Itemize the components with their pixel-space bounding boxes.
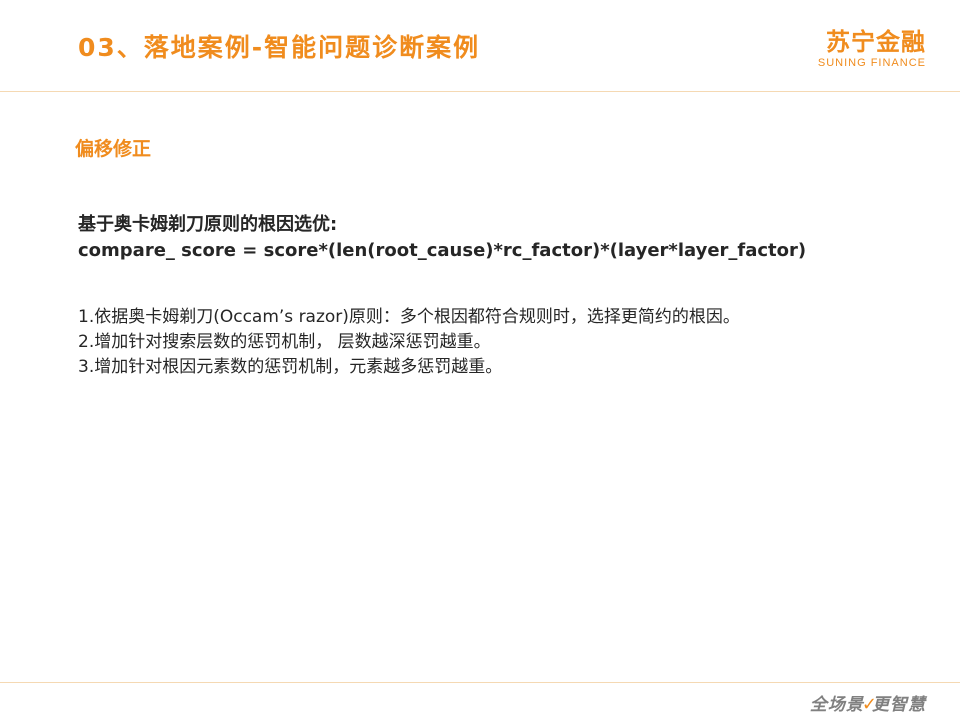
section-heading: 偏移修正 <box>75 138 152 160</box>
brand-name-en: SUNING FINANCE <box>817 57 926 69</box>
rule-item-1: 1.依据奥卡姆剃刀(Occam’s razor)原则：多个根因都符合规则时，选择… <box>78 307 740 327</box>
formula-expression: compare_ score = score*(len(root_cause)*… <box>78 240 807 261</box>
rule-item-2: 2.增加针对搜索层数的惩罚机制， 层数越深惩罚越重。 <box>78 332 491 352</box>
suning-finance-logo: 苏宁金融 SUNING FINANCE <box>818 28 926 70</box>
formula-block: 基于奥卡姆剃刀原则的根因选优: compare_ score = score*(… <box>78 212 806 264</box>
formula-title: 基于奥卡姆剃刀原则的根因选优: <box>78 214 338 235</box>
footer-divider <box>0 682 960 683</box>
footer-slogan: 全场景✓更智慧 <box>810 690 926 715</box>
header-divider <box>0 91 960 92</box>
rule-item-3: 3.增加针对根因元素数的惩罚机制，元素越多惩罚越重。 <box>78 357 503 377</box>
brand-name-cn: 苏宁金融 <box>826 28 926 56</box>
rule-list: 1.依据奥卡姆剃刀(Occam’s razor)原则：多个根因都符合规则时，选择… <box>78 305 740 380</box>
page-title: 03、落地案例-智能问题诊断案例 <box>78 33 481 62</box>
slogan-part-2: 更智慧 <box>872 695 926 715</box>
slogan-part-1: 全场景 <box>809 695 864 715</box>
